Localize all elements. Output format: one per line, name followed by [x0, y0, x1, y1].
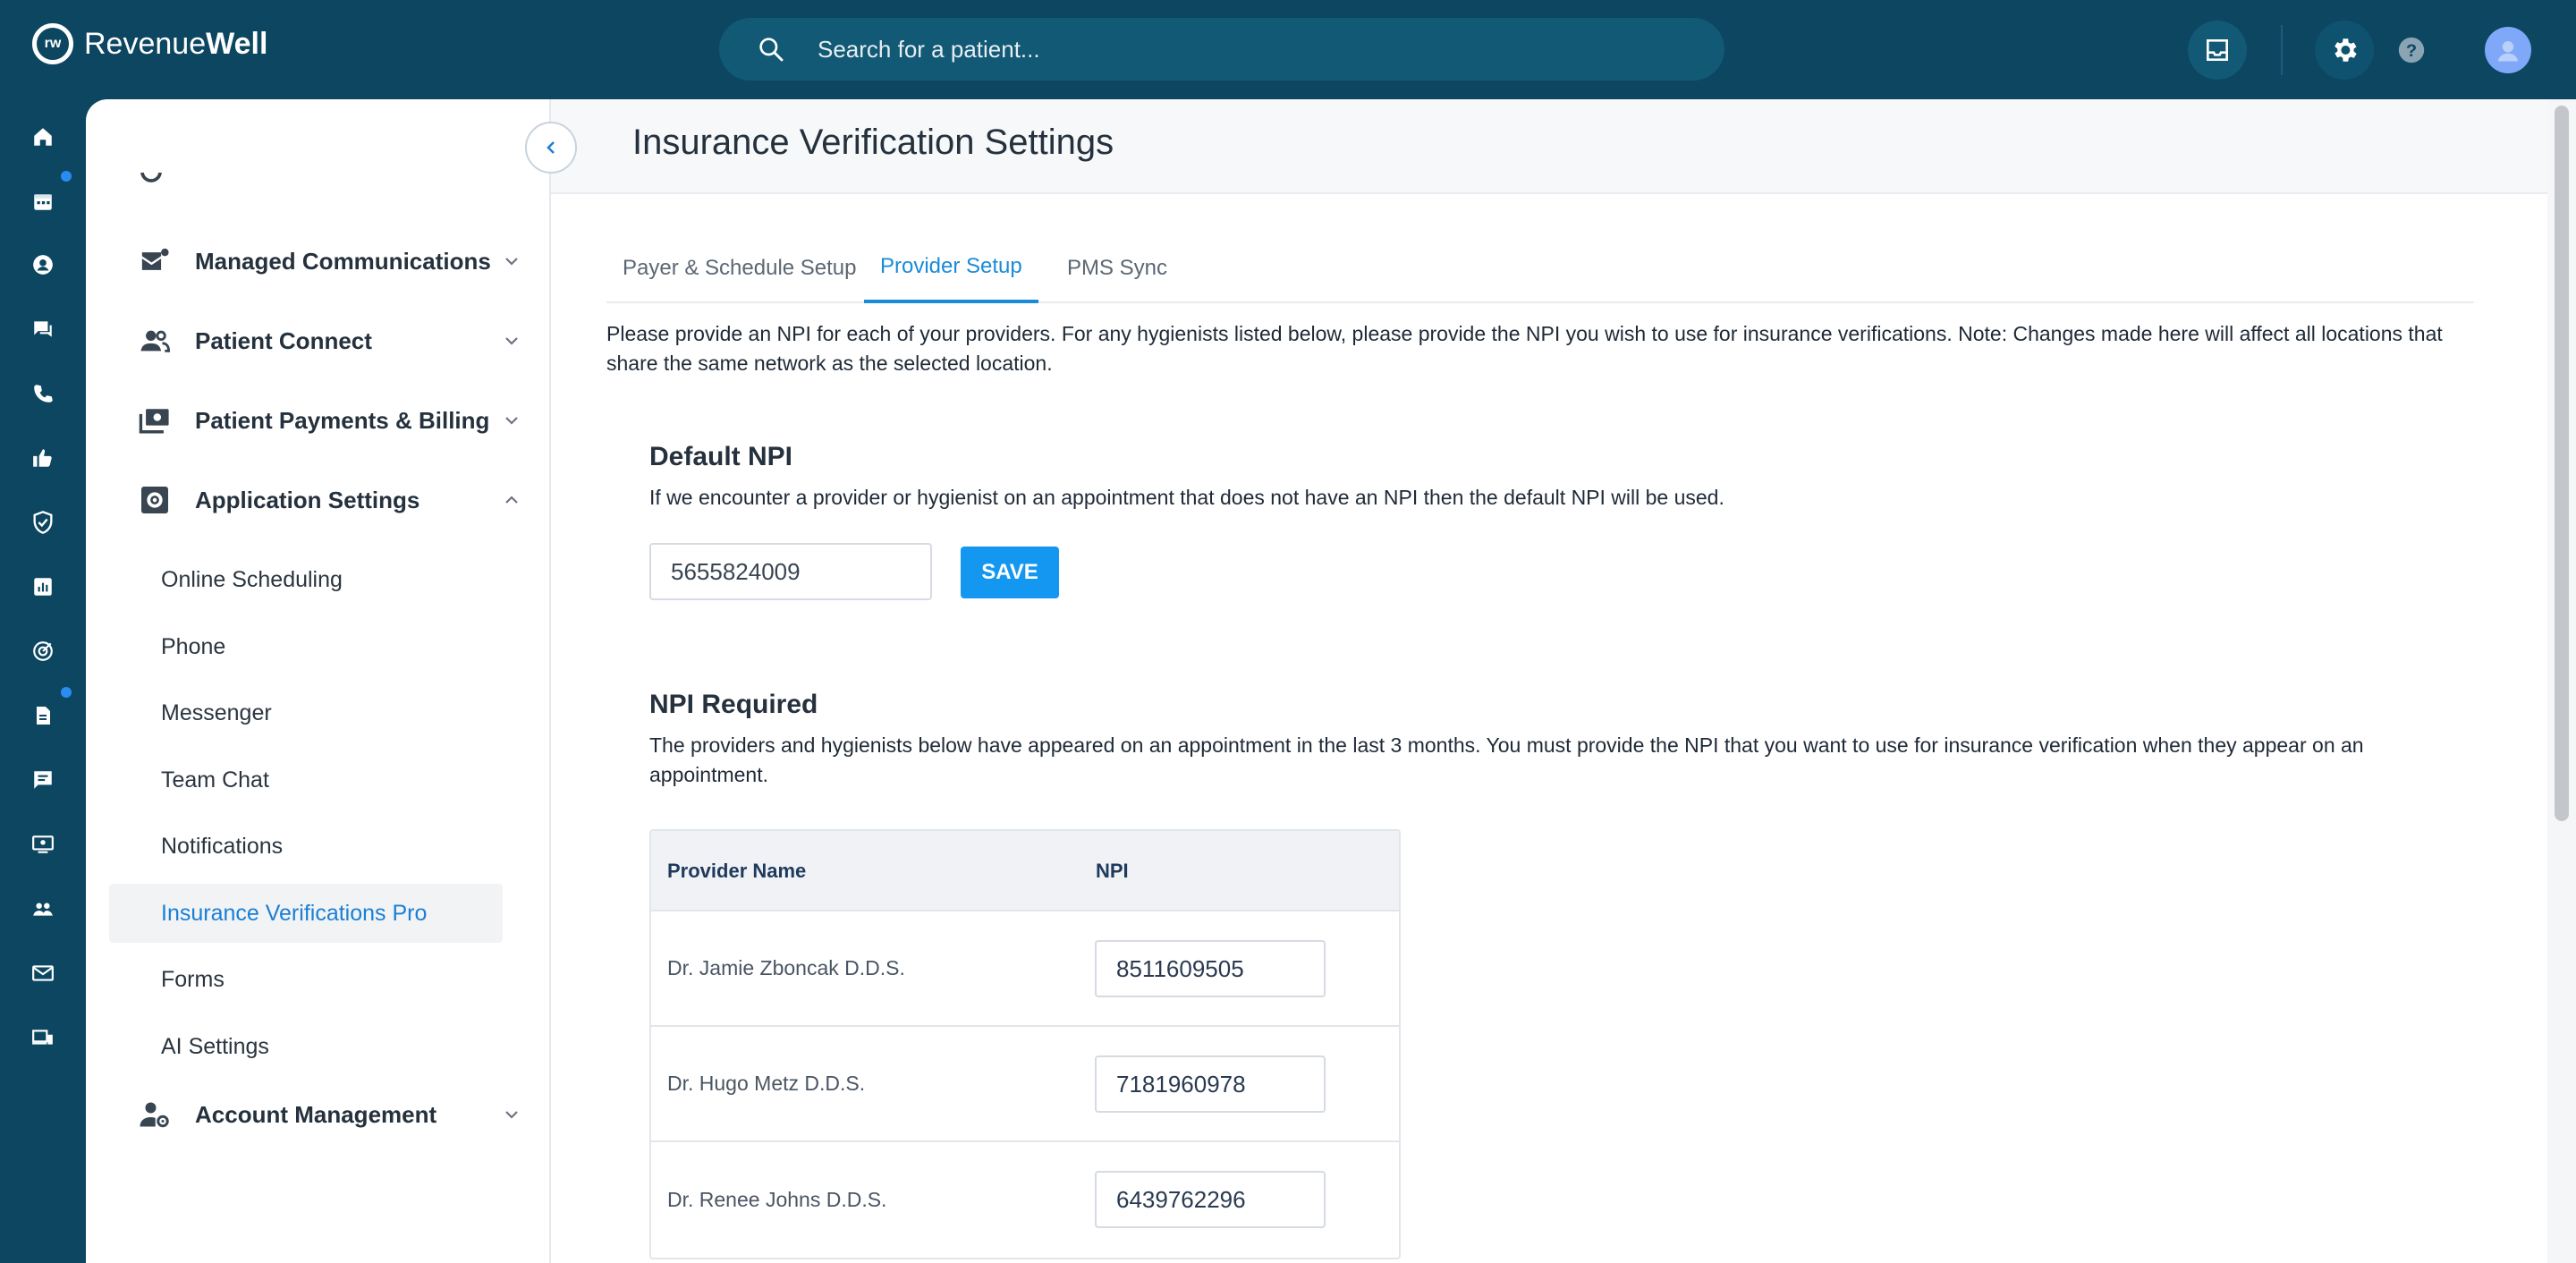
chevron-down-icon [505, 337, 518, 345]
nav-notifications[interactable]: Notifications [109, 817, 503, 876]
payments-icon [136, 402, 174, 439]
nav-section-label: Managed Communications [195, 247, 491, 275]
nav-account-management[interactable]: Account Management [136, 1088, 522, 1141]
home-icon[interactable] [30, 124, 55, 149]
person-icon [2497, 41, 2519, 62]
scrolled-item-icon [138, 173, 165, 185]
tab-provider-setup[interactable]: Provider Setup [864, 233, 1038, 303]
settings-tabs: Payer & Schedule Setup Provider Setup PM… [606, 233, 2474, 303]
mail-icon[interactable] [30, 961, 55, 986]
document-icon[interactable] [30, 703, 55, 728]
nav-section-label: Patient Payments & Billing [195, 406, 490, 434]
column-header-provider-name: Provider Name [667, 860, 807, 882]
nav-messenger[interactable]: Messenger [109, 683, 503, 742]
reports-icon[interactable] [30, 574, 55, 599]
provider-npi-input[interactable] [1095, 1055, 1326, 1113]
mail-icon [136, 242, 174, 280]
calendar-icon[interactable] [30, 189, 55, 214]
default-npi-input[interactable] [649, 543, 932, 600]
chevron-left-icon [547, 141, 555, 154]
provider-npi-input[interactable] [1095, 940, 1326, 997]
provider-npi-table: Provider Name NPI Dr. Jamie Zboncak D.D.… [649, 829, 1401, 1259]
provider-name: Dr. Hugo Metz D.D.S. [667, 1072, 866, 1095]
messages-icon[interactable] [30, 317, 55, 342]
provider-npi-input[interactable] [1095, 1171, 1326, 1228]
logo-mark: rw [32, 23, 73, 64]
npi-required-heading: NPI Required [649, 690, 818, 719]
account-gear-icon [136, 1096, 174, 1133]
nav-application-settings[interactable]: Application Settings [136, 473, 522, 527]
nav-section-label: Account Management [195, 1100, 437, 1128]
tab-payer-schedule-setup[interactable]: Payer & Schedule Setup [606, 233, 873, 303]
devices-icon[interactable] [30, 1025, 55, 1050]
chevron-up-icon [505, 496, 518, 504]
gear-icon [2334, 38, 2357, 62]
settings-nav-panel: Managed Communications Patient Connect P… [86, 99, 551, 1263]
chevron-down-icon [505, 1111, 518, 1119]
monitor-icon[interactable] [30, 832, 55, 857]
nav-managed-communications[interactable]: Managed Communications [136, 234, 522, 288]
nav-phone[interactable]: Phone [109, 617, 503, 676]
chevron-down-icon [505, 417, 518, 425]
phone-icon[interactable] [30, 381, 55, 406]
icon-rail [0, 99, 86, 1263]
top-bar: rw RevenueWell ? [0, 0, 2576, 99]
page-header: Insurance Verification Settings [551, 99, 2547, 194]
thumbs-up-icon[interactable] [30, 445, 55, 470]
table-row: Dr. Hugo Metz D.D.S. [651, 1027, 1399, 1142]
nav-section-label: Application Settings [195, 486, 420, 513]
svg-text:?: ? [2406, 41, 2417, 61]
help-icon: ? [2398, 37, 2425, 64]
chevron-down-icon [505, 258, 518, 266]
help-button[interactable]: ? [2383, 21, 2440, 80]
table-row: Dr. Jamie Zboncak D.D.S. [651, 911, 1399, 1027]
nav-section-label: Patient Connect [195, 326, 372, 354]
collapse-nav-button[interactable] [525, 122, 577, 174]
search-input[interactable] [818, 18, 1623, 81]
table-header-row: Provider Name NPI [651, 831, 1399, 911]
provider-name: Dr. Jamie Zboncak D.D.S. [667, 956, 905, 979]
nav-insurance-verifications-pro[interactable]: Insurance Verifications Pro [109, 884, 503, 943]
user-avatar[interactable] [2485, 27, 2531, 73]
nav-ai-settings[interactable]: AI Settings [109, 1017, 503, 1076]
table-row: Dr. Renee Johns D.D.S. [651, 1142, 1399, 1258]
default-npi-heading: Default NPI [649, 442, 793, 471]
app-logo[interactable]: rw RevenueWell [32, 23, 267, 64]
nav-online-scheduling[interactable]: Online Scheduling [109, 550, 503, 609]
tab-pms-sync[interactable]: PMS Sync [1051, 233, 1183, 303]
page-title: Insurance Verification Settings [632, 123, 1114, 162]
nav-forms[interactable]: Forms [109, 950, 503, 1009]
column-header-npi: NPI [1096, 860, 1129, 882]
npi-required-subtext: The providers and hygienists below have … [649, 733, 2364, 786]
settings-button[interactable] [2315, 21, 2374, 80]
inbox-button[interactable] [2188, 21, 2247, 80]
notification-dot [61, 171, 72, 182]
settings-icon [136, 481, 174, 519]
topbar-divider [2281, 25, 2283, 75]
target-icon[interactable] [30, 639, 55, 664]
nav-patient-connect[interactable]: Patient Connect [136, 314, 522, 368]
brand-name: RevenueWell [84, 26, 268, 61]
patient-icon[interactable] [30, 252, 55, 277]
shield-icon[interactable] [30, 510, 55, 535]
main-content: Insurance Verification Settings Payer & … [551, 99, 2547, 1263]
notification-dot [61, 687, 72, 698]
page-description: Please provide an NPI for each of your p… [606, 322, 2443, 375]
chat-icon[interactable] [30, 767, 55, 793]
patient-search[interactable] [719, 18, 1724, 81]
inbox-icon [2207, 39, 2228, 61]
nav-team-chat[interactable]: Team Chat [109, 750, 503, 810]
team-icon[interactable] [30, 896, 55, 921]
scrollbar-thumb[interactable] [2555, 106, 2569, 821]
nav-patient-payments-billing[interactable]: Patient Payments & Billing [136, 394, 522, 447]
save-button[interactable]: SAVE [961, 547, 1059, 598]
provider-name: Dr. Renee Johns D.D.S. [667, 1188, 887, 1211]
default-npi-subtext: If we encounter a provider or hygienist … [649, 486, 1724, 509]
search-icon [759, 38, 784, 62]
people-icon [136, 322, 174, 360]
